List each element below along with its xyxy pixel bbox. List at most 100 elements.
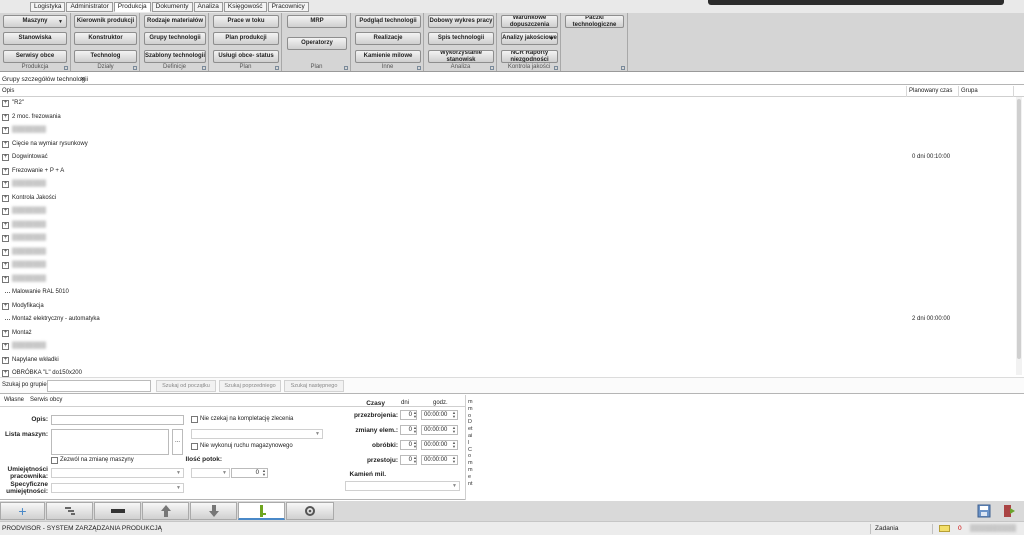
analizy-jakosciowe-button[interactable]: Analizy jakościowe ▼ (501, 32, 558, 45)
table-row[interactable]: + Frezowanie + P + A (0, 165, 1010, 178)
group-expand-icon[interactable] (202, 66, 206, 70)
ncr-raporty-button[interactable]: NCR Raporty niezgodności (501, 50, 558, 63)
serwisy-obce-button[interactable]: Serwisy obce (3, 50, 67, 63)
plus-icon[interactable]: + (0, 502, 45, 520)
ilosc-stepper-icon[interactable]: ▲ ▼ (262, 469, 266, 477)
stepper-icon[interactable]: ▲ ▼ (452, 426, 456, 434)
expand-icon[interactable]: + (2, 302, 9, 310)
column-header-opis[interactable]: Opis (0, 86, 907, 97)
tab-produkcja[interactable]: Produkcja (113, 2, 151, 12)
spis-technologii-button[interactable]: Spis technologii (428, 32, 494, 45)
expand-icon[interactable]: + (2, 127, 9, 134)
table-row[interactable]: + "R2" (0, 97, 1010, 110)
wykorzystanie-stanowisk-button[interactable]: Wykorzystanie stanowisk (428, 50, 494, 63)
stepper-icon[interactable]: ▲ ▼ (452, 411, 456, 419)
mrp-button[interactable]: MRP (287, 15, 347, 28)
document-tab-title[interactable]: Grupy szczegółów technologii (2, 75, 88, 84)
technolog-button[interactable]: Technolog (74, 50, 137, 63)
arrow-down-icon[interactable] (190, 502, 237, 520)
group-expand-icon[interactable] (344, 66, 348, 70)
expand-icon[interactable]: + (2, 262, 9, 269)
table-row[interactable]: + Modyfikacja (0, 300, 1010, 313)
table-row[interactable]: Malowanie RAL 5010 (0, 286, 1010, 299)
grupy-technologii-button[interactable]: Grupy technologii (144, 32, 206, 45)
table-row[interactable]: + ████████ (0, 219, 1010, 232)
stanowiska-button[interactable]: Stanowiska (3, 32, 67, 45)
expand-icon[interactable]: + (2, 100, 9, 107)
lista-maszyn-list[interactable] (51, 429, 169, 455)
uslugi-obce-status-button[interactable]: Usługi obce- status (213, 50, 279, 63)
podglad-technologii-button[interactable]: Podgląd technologii (355, 15, 421, 28)
ilosc-potok-select[interactable]: ▼ (191, 468, 230, 478)
expand-icon[interactable]: + (2, 235, 9, 242)
filter-icon[interactable] (46, 502, 93, 520)
tab-serwis-obcy[interactable]: Serwis obcy (30, 397, 62, 403)
paczki-technologiczne-button[interactable]: Paczki technologiczne (565, 15, 624, 28)
maszyny-button[interactable]: Maszyny ▼ (3, 15, 67, 28)
tab-dokumenty[interactable]: Dokumenty (151, 2, 193, 12)
table-row[interactable]: + Napylane wkładki (0, 354, 1010, 367)
save-icon[interactable] (973, 502, 995, 520)
table-row[interactable]: + ████████ (0, 205, 1010, 218)
table-row[interactable]: + Dogwintować 0 dni 00:10:00 (0, 151, 1010, 164)
detail-comment-memo[interactable]: mmoDetailComment (465, 395, 1024, 500)
table-row[interactable]: + Montaż (0, 327, 1010, 340)
plan-produkcji-button[interactable]: Plan produkcji (213, 32, 279, 45)
kamien-mil-select[interactable]: ▼ (345, 481, 460, 491)
expand-icon[interactable]: + (2, 370, 9, 377)
search-next-button[interactable]: Szukaj następnego (284, 380, 344, 392)
group-expand-icon[interactable] (554, 66, 558, 70)
realizacje-button[interactable]: Realizacje (355, 32, 421, 45)
expand-icon[interactable]: + (2, 329, 9, 337)
tab-logistyka[interactable]: Logistyka (30, 2, 66, 12)
settings-icon[interactable] (286, 502, 334, 520)
search-input[interactable] (47, 380, 151, 392)
group-expand-icon[interactable] (133, 66, 137, 70)
table-row[interactable]: + ████████ (0, 232, 1010, 245)
close-icon[interactable]: ✕ (80, 75, 85, 84)
nie-wykonuj-checkbox[interactable] (191, 443, 198, 450)
stepper-icon[interactable]: ▲ ▼ (413, 441, 417, 449)
tab-analiza[interactable]: Analiza (193, 2, 223, 12)
umiejetnosci-select[interactable]: ▼ (51, 468, 184, 478)
mail-icon[interactable] (939, 525, 950, 532)
zezwol-checkbox[interactable] (51, 457, 58, 464)
konstruktor-button[interactable]: Konstruktor (74, 32, 137, 45)
expand-icon[interactable]: + (2, 248, 9, 256)
group-expand-icon[interactable] (417, 66, 421, 70)
expand-icon[interactable]: + (2, 167, 9, 175)
expand-icon[interactable]: + (2, 343, 9, 350)
tab-ksiegowosc[interactable]: Księgowość (223, 2, 267, 12)
stepper-icon[interactable]: ▲ ▼ (413, 426, 417, 434)
expand-icon[interactable]: + (2, 194, 9, 202)
expand-icon[interactable]: + (2, 356, 9, 364)
expand-icon[interactable]: + (2, 113, 9, 121)
stepper-icon[interactable]: ▲ ▼ (452, 441, 456, 449)
rodzaje-materialow-button[interactable]: Rodzaje materiałów (144, 15, 206, 28)
nie-czekaj-checkbox[interactable] (191, 416, 198, 423)
warunkowe-dopuszczenia-button[interactable]: Warunkowe dopuszczenia (501, 15, 558, 28)
zlecenie-select[interactable]: ▼ (191, 429, 323, 439)
expand-icon[interactable]: + (2, 275, 9, 283)
lista-maszyn-browse-button[interactable]: ... (172, 429, 183, 455)
scrollbar-thumb[interactable] (1017, 99, 1021, 359)
szablony-technologii-button[interactable]: Szablony technologii (144, 50, 206, 63)
table-row[interactable]: + Kontrola Jakości (0, 192, 1010, 205)
search-first-button[interactable]: Szukaj od początku (156, 380, 216, 392)
key-icon[interactable] (238, 502, 285, 520)
operatorzy-button[interactable]: Operatorzy (287, 37, 347, 50)
prace-w-toku-button[interactable]: Prace w toku (213, 15, 279, 28)
table-row[interactable]: + Cięcie na wymiar rysunkowy (0, 138, 1010, 151)
table-row[interactable]: +2 moc. frezowania (0, 111, 1010, 124)
tab-wlasne[interactable]: Własne (4, 397, 24, 403)
search-prev-button[interactable]: Szukaj poprzedniego (219, 380, 281, 392)
table-row[interactable]: + ████████ (0, 124, 1010, 137)
tab-pracownicy[interactable]: Pracownicy (267, 2, 309, 12)
expand-icon[interactable]: + (2, 140, 9, 148)
arrow-up-icon[interactable] (142, 502, 189, 520)
table-row[interactable]: Montaż elektryczny - automatyka 2 dni 00:… (0, 313, 1010, 326)
expand-icon[interactable]: + (2, 221, 9, 229)
minus-icon[interactable] (94, 502, 141, 520)
vertical-scrollbar[interactable] (1016, 97, 1022, 375)
table-row[interactable]: + ████████ (0, 259, 1010, 272)
